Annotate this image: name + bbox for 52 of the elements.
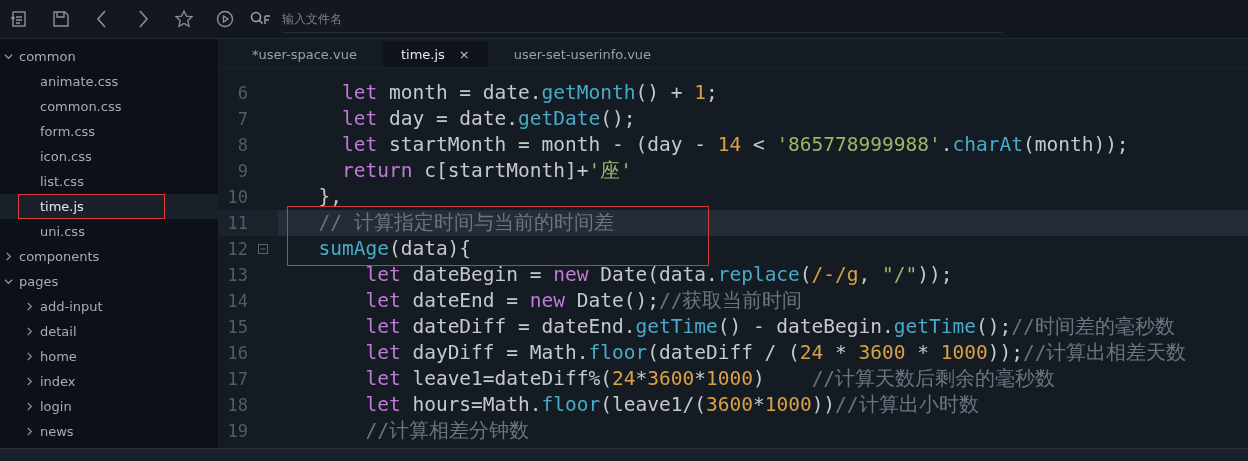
editor-tab[interactable]: *user-space.vue [234, 41, 375, 67]
close-icon[interactable]: × [458, 46, 470, 62]
star-icon [174, 9, 194, 29]
file-item[interactable]: common.css [40, 95, 122, 118]
file-search-field[interactable]: 输入文件名 [282, 5, 1002, 33]
line-number: 16 [226, 342, 248, 365]
code-line: let dayDiff = Math.floor(dateDiff / (24 * 3600 * 1000));//计算出相差天数 [364, 340, 1188, 366]
search-icon [250, 11, 272, 27]
code-line: let hours=Math.floor(leave1/(3600*1000))//计算出小时数 [364, 392, 980, 418]
folder-item[interactable]: common [19, 45, 76, 68]
line-number: 6 [236, 82, 248, 105]
editor-tab[interactable]: time.js × [382, 41, 488, 67]
folder-item[interactable]: components [19, 245, 100, 268]
code-line: //计算相差分钟数 [364, 418, 530, 444]
code-line: let month = date.getMonth() + 1; [340, 80, 719, 106]
line-number: 18 [226, 394, 248, 417]
code-line: let leave1=dateDiff%(24*3600*1000) //计算天数后剩余的毫秒数 [364, 366, 1057, 392]
code-line: let startMonth = month - (day - 14 < '865778999988'.charAt(month)); [340, 132, 1130, 158]
code-line: }, [317, 184, 343, 210]
line-number: 8 [236, 134, 248, 157]
line-number: 14 [226, 290, 248, 313]
line-number: 11 [226, 212, 248, 235]
code-line: let dateEnd = new Date();//获取当前时间 [364, 288, 804, 314]
play-icon [215, 9, 235, 29]
folder-item[interactable]: index [40, 370, 76, 393]
folder-item[interactable]: add-input [40, 295, 103, 318]
line-number: 9 [236, 160, 248, 183]
folder-item[interactable]: detail [40, 320, 77, 343]
code-line: let dateBegin = new Date(data.replace(/-/g, "/")); [364, 262, 954, 288]
line-number: 10 [226, 186, 248, 209]
line-number: 17 [226, 368, 248, 391]
editor-tab[interactable]: user-set-userinfo.vue [495, 41, 670, 67]
file-item[interactable]: form.css [40, 120, 96, 143]
line-number: 7 [236, 108, 248, 131]
line-number: 12 [226, 238, 248, 261]
fold-icon[interactable] [258, 244, 268, 254]
folder-item[interactable]: news [40, 420, 74, 443]
folder-item[interactable]: home [40, 345, 77, 368]
line-number: 13 [226, 264, 248, 287]
file-item[interactable]: icon.css [40, 145, 92, 168]
file-item[interactable]: list.css [40, 170, 84, 193]
save-icon [51, 9, 71, 29]
code-line: let day = date.getDate(); [340, 106, 637, 132]
code-line: return c[startMonth]+'座' [340, 158, 633, 184]
file-item[interactable]: uni.css [40, 220, 85, 243]
code-line: sumAge(data){ [317, 236, 473, 262]
line-number: 19 [226, 420, 248, 443]
line-number: 15 [226, 316, 248, 339]
folder-item[interactable]: pages [19, 270, 59, 293]
folder-item[interactable]: login [40, 395, 72, 418]
code-line: let dateDiff = dateEnd.getTime() - dateBegin.getTime();//时间差的毫秒数 [364, 314, 1176, 340]
file-item[interactable]: animate.css [40, 70, 119, 93]
